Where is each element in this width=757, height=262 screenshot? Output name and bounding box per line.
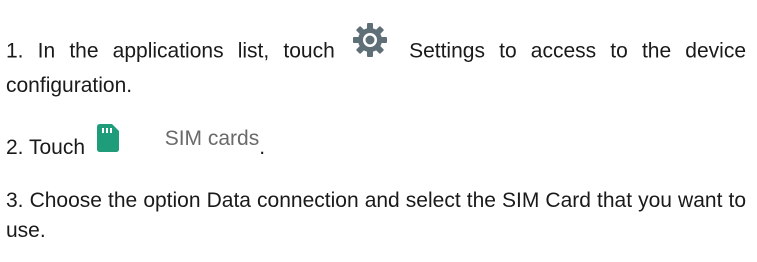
settings-gear-icon [351, 21, 389, 59]
step-1-text-before: 1. In the applications list, touch [6, 39, 335, 63]
step-2-paragraph: 2. Touch SIM cards. [6, 124, 266, 163]
step-3-paragraph: 3. Choose the option Data connection and… [6, 186, 746, 246]
instruction-document: 1. In the applications list, touch Setti… [6, 0, 751, 262]
step-2-text-before: 2. Touch [6, 136, 86, 159]
sim-card-icon [96, 124, 119, 153]
step-3-text: 3. Choose the option Data connection and… [6, 189, 746, 242]
step-1-paragraph: 1. In the applications list, touch Setti… [6, 23, 746, 101]
sim-cards-label: SIM cards [164, 127, 260, 150]
step-2-text-after: . [259, 136, 266, 159]
